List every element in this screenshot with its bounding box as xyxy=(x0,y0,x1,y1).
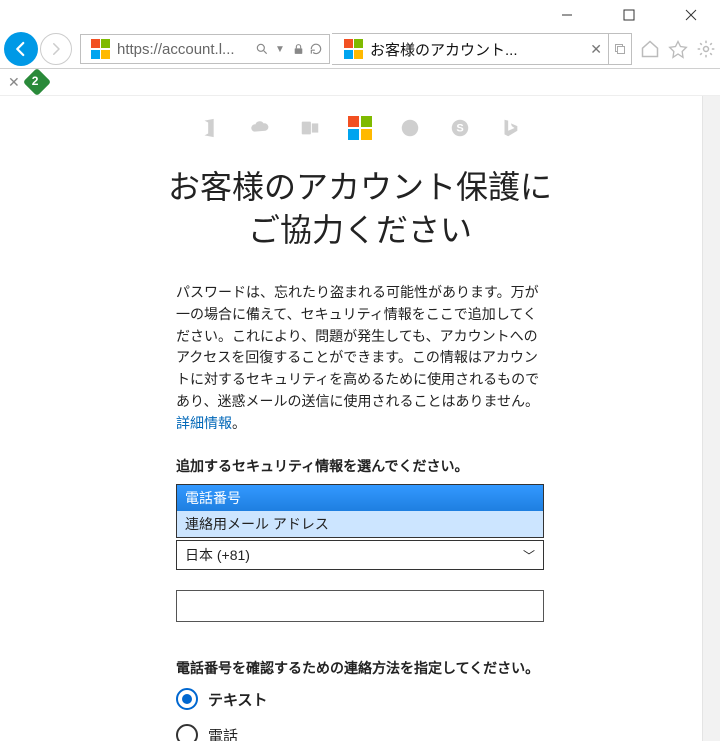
intro-paragraph: パスワードは、忘れたり盗まれる可能性があります。万が一の場合に備えて、セキュリテ… xyxy=(176,282,544,434)
svg-text:S: S xyxy=(456,123,463,135)
address-dropdown-icon[interactable]: ▼ xyxy=(271,44,289,55)
refresh-icon[interactable] xyxy=(307,42,325,56)
xbox-icon[interactable] xyxy=(398,116,422,140)
phone-number-input[interactable] xyxy=(176,590,544,622)
browser-toolbar: https://account.l... ▼ お客様のアカウント... ✕ xyxy=(0,30,720,69)
page-title-line1: お客様のアカウント保護に xyxy=(168,169,552,205)
tab-favicon-icon xyxy=(344,39,364,59)
page-scrollbar[interactable] xyxy=(702,96,720,741)
search-dropdown-icon[interactable] xyxy=(253,42,271,56)
extension-badge-count: 2 xyxy=(32,74,39,88)
radio-text[interactable] xyxy=(176,688,198,710)
home-icon[interactable] xyxy=(640,39,660,59)
window-close-button[interactable] xyxy=(674,0,708,30)
settings-icon[interactable] xyxy=(696,39,716,59)
window-titlebar xyxy=(0,0,720,30)
browser-chrome-icons xyxy=(634,39,716,59)
intro-text: パスワードは、忘れたり盗まれる可能性があります。万が一の場合に備えて、セキュリテ… xyxy=(176,284,539,408)
security-type-listbox[interactable]: 電話番号 連絡用メール アドレス xyxy=(176,484,544,538)
tab-close-icon[interactable]: ✕ xyxy=(586,41,602,58)
tab-title: お客様のアカウント... xyxy=(370,39,586,60)
page-title-line2: ご協力ください xyxy=(248,212,472,248)
extension-badge[interactable]: 2 xyxy=(26,71,48,93)
option-email[interactable]: 連絡用メール アドレス xyxy=(177,511,543,537)
page-viewport: S お客様のアカウント保護に ご協力ください パスワードは、忘れたり盗まれる可能… xyxy=(0,96,720,741)
radio-text-row[interactable]: テキスト xyxy=(176,688,544,710)
more-info-suffix: 。 xyxy=(232,415,246,431)
favorites-icon[interactable] xyxy=(668,39,688,59)
radio-text-label: テキスト xyxy=(208,689,268,710)
tab-strip: お客様のアカウント... ✕ xyxy=(332,33,632,65)
chevron-down-icon: ﹀ xyxy=(523,547,535,564)
window-minimize-button[interactable] xyxy=(550,0,584,30)
microsoft-icon[interactable] xyxy=(348,116,372,140)
onedrive-icon[interactable] xyxy=(248,116,272,140)
address-url-text: https://account.l... xyxy=(117,41,253,58)
more-info-link[interactable]: 詳細情報 xyxy=(176,415,232,431)
country-select[interactable]: 日本 (+81) ﹀ xyxy=(176,540,544,570)
radio-call-row[interactable]: 電話 xyxy=(176,724,544,741)
extension-close-icon[interactable]: ✕ xyxy=(8,74,20,91)
nav-back-button[interactable] xyxy=(4,32,38,66)
services-row: S xyxy=(80,116,640,140)
option-phone[interactable]: 電話番号 xyxy=(177,485,543,511)
outlook-icon[interactable] xyxy=(298,116,322,140)
radio-call[interactable] xyxy=(176,724,198,741)
site-favicon-icon xyxy=(91,39,111,59)
address-bar[interactable]: https://account.l... ▼ xyxy=(80,34,330,64)
bing-icon[interactable] xyxy=(498,116,522,140)
radio-call-label: 電話 xyxy=(208,725,238,741)
browser-tab[interactable]: お客様のアカウント... ✕ xyxy=(332,34,609,64)
skype-icon[interactable]: S xyxy=(448,116,472,140)
office-icon[interactable] xyxy=(198,116,222,140)
new-tab-button[interactable] xyxy=(609,43,631,55)
extension-bar: ✕ 2 xyxy=(0,69,720,96)
security-type-label: 追加するセキュリティ情報を選んでください。 xyxy=(176,456,544,476)
country-select-value: 日本 (+81) xyxy=(185,545,250,565)
verify-method-label: 電話番号を確認するための連絡方法を指定してください。 xyxy=(176,658,544,678)
lock-icon[interactable] xyxy=(289,43,307,56)
page-title: お客様のアカウント保護に ご協力ください xyxy=(80,166,640,252)
nav-forward-button[interactable] xyxy=(40,33,72,65)
window-maximize-button[interactable] xyxy=(612,0,646,30)
